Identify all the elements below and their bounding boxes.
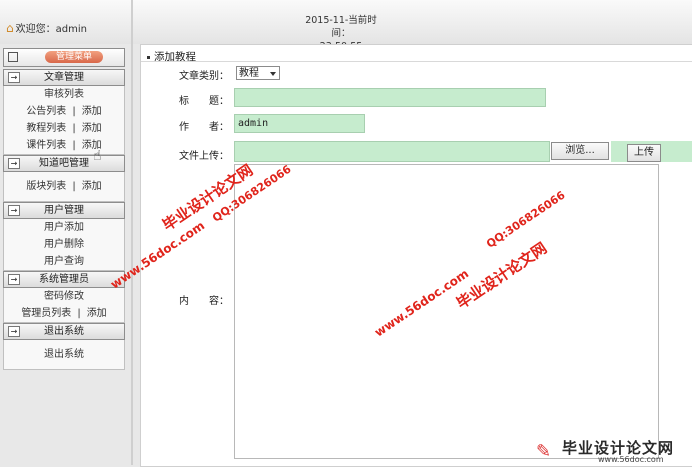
content-label: 内 容：	[179, 296, 229, 307]
footer-watermark-logo: ✎ 毕业设计论文网 www.56doc.com	[536, 439, 675, 464]
link-admin-add[interactable]: 添加	[87, 308, 107, 319]
section-exit[interactable]: → 退出系统	[3, 323, 125, 340]
arrow-right-icon: →	[8, 158, 20, 169]
menu-header: 管理菜单	[3, 48, 125, 67]
chevron-down-icon	[270, 72, 276, 76]
section-user-body: 用户添加 用户删除 用户查询	[3, 219, 125, 271]
link-courseware-list[interactable]: 课件列表	[26, 140, 66, 151]
section-zhidaoba-body: 版块列表 | 添加	[3, 172, 125, 202]
content-editor[interactable]	[234, 164, 659, 459]
main-panel: 添加教程 文章类别： 教程 标 题： 作 者： admin 文件上传： 浏览..…	[140, 44, 692, 467]
title-input[interactable]	[234, 88, 546, 107]
menu-toggle-icon[interactable]	[8, 52, 18, 62]
hand-cursor-icon: ☝	[93, 148, 102, 164]
title-divider	[141, 61, 692, 62]
link-notice-add[interactable]: 添加	[82, 106, 102, 117]
welcome-text: ⌂ 欢迎您：admin	[6, 21, 87, 35]
author-label: 作 者：	[179, 122, 229, 133]
top-header: ⌂欢迎您：admin 2015-11-当前时间： 23:50:55	[0, 0, 692, 52]
link-notice-list[interactable]: 公告列表	[26, 106, 66, 117]
title-label: 标 题：	[179, 96, 229, 107]
upload-button[interactable]: 上传	[627, 144, 661, 162]
section-article-manage[interactable]: → 文章管理	[3, 69, 125, 86]
browse-button[interactable]: 浏览...	[551, 142, 609, 160]
link-board-add[interactable]: 添加	[82, 181, 102, 192]
section-zhidaoba-manage[interactable]: → 知道吧管理	[3, 155, 125, 172]
link-user-delete[interactable]: 用户删除	[44, 239, 84, 250]
link-tutorial-add[interactable]: 添加	[82, 123, 102, 134]
link-review-list[interactable]: 审核列表	[44, 89, 84, 100]
link-board-list[interactable]: 版块列表	[26, 181, 66, 192]
section-article-body: 审核列表 公告列表 | 添加 教程列表 | 添加 课件列表 | 添加	[3, 86, 125, 155]
arrow-right-icon: →	[8, 72, 20, 83]
arrow-right-icon: →	[8, 274, 20, 285]
category-label: 文章类别：	[179, 71, 229, 82]
link-password-change[interactable]: 密码修改	[44, 291, 84, 302]
section-user-manage[interactable]: → 用户管理	[3, 202, 125, 219]
frame-divider[interactable]	[131, 0, 133, 465]
link-logout[interactable]: 退出系统	[44, 349, 84, 360]
link-user-query[interactable]: 用户查询	[44, 256, 84, 267]
arrow-right-icon: →	[8, 205, 20, 216]
section-exit-body: 退出系统	[3, 340, 125, 370]
link-user-add[interactable]: 用户添加	[44, 222, 84, 233]
file-path-input[interactable]	[234, 141, 550, 162]
arrow-right-icon: →	[8, 326, 20, 337]
logo-icon: ✎	[536, 441, 552, 462]
section-sysadmin-body: 密码修改 管理员列表 | 添加	[3, 288, 125, 323]
file-upload-label: 文件上传：	[179, 151, 229, 162]
link-admin-list[interactable]: 管理员列表	[21, 308, 71, 319]
sidebar-menu: 管理菜单 → 文章管理 审核列表 公告列表 | 添加 教程列表 | 添加 课件列表 | 添加…	[3, 48, 125, 458]
category-select[interactable]: 教程	[236, 66, 280, 80]
link-tutorial-list[interactable]: 教程列表	[26, 123, 66, 134]
menu-title: 管理菜单	[45, 51, 103, 63]
author-input[interactable]: admin	[234, 114, 365, 133]
home-icon: ⌂	[6, 21, 14, 35]
